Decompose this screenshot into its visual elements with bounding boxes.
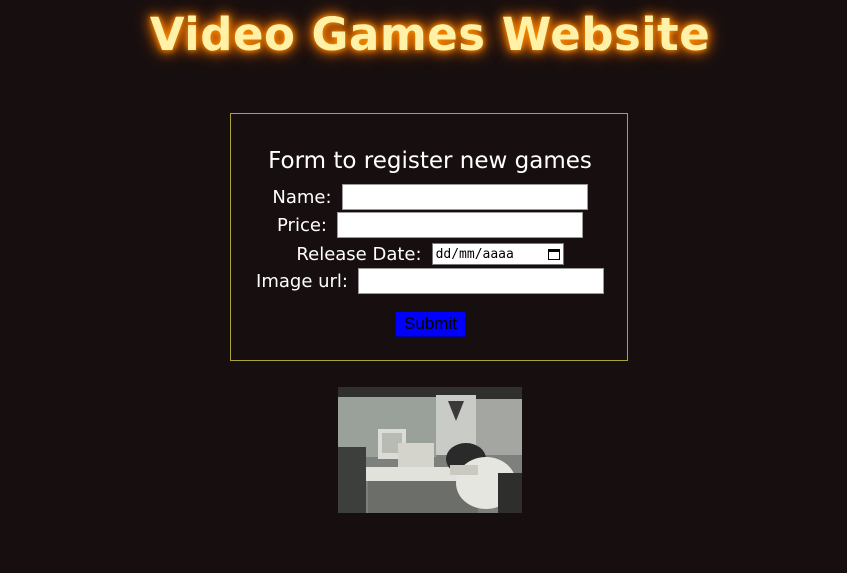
price-label: Price: <box>277 214 327 236</box>
name-label: Name: <box>272 186 332 208</box>
release-date-row: Release Date: dd/mm/aaaa <box>231 243 629 265</box>
release-date-input[interactable]: dd/mm/aaaa <box>431 243 564 265</box>
release-date-label: Release Date: <box>296 243 422 265</box>
price-row: Price: <box>231 212 629 238</box>
image-url-label: Image url: <box>256 270 348 292</box>
release-date-placeholder: dd/mm/aaaa <box>435 246 514 262</box>
register-game-form: Form to register new games Name: Price: … <box>230 113 628 361</box>
form-heading: Form to register new games <box>268 148 592 174</box>
name-row: Name: <box>231 184 629 210</box>
office-computer-photo <box>338 387 522 513</box>
calendar-icon[interactable] <box>547 248 560 260</box>
image-url-row: Image url: <box>231 268 629 294</box>
image-url-input[interactable] <box>357 268 604 294</box>
price-input[interactable] <box>336 212 583 238</box>
page-title: Video Games Website <box>149 8 711 61</box>
name-input[interactable] <box>341 184 588 210</box>
submit-button[interactable]: Submit <box>395 311 466 337</box>
